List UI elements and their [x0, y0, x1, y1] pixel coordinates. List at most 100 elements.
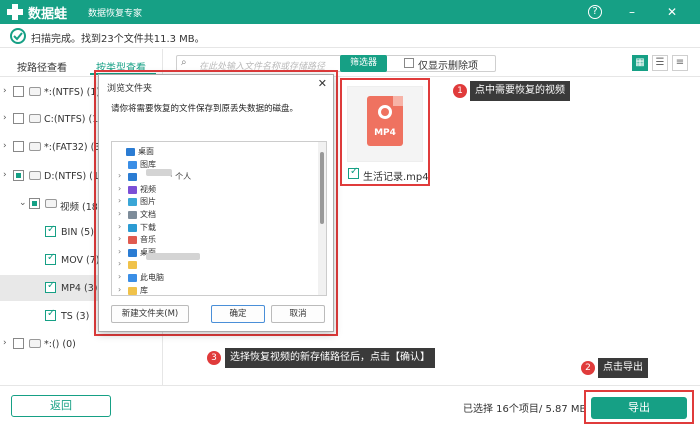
only-deleted-label: 仅显示删除项	[418, 61, 478, 72]
minimize-button[interactable]: –	[624, 4, 640, 20]
ok-button[interactable]: 确定	[211, 305, 265, 323]
dialog-title: 浏览文件夹	[107, 84, 153, 94]
chevron-right-icon[interactable]: ›	[118, 259, 121, 268]
chevron-icon[interactable]: ›	[3, 141, 11, 151]
app-subtitle: 数据恢复专家	[88, 9, 143, 19]
drive-icon	[29, 87, 41, 96]
only-deleted-checkbox[interactable]	[404, 58, 414, 68]
tree-label: TS (3)	[61, 311, 90, 322]
tree-checkbox[interactable]	[45, 280, 56, 293]
tree-checkbox[interactable]	[13, 141, 24, 152]
step1-highlight	[340, 78, 430, 186]
drive-icon	[29, 142, 41, 151]
step2-badge: 2	[581, 361, 595, 375]
chevron-right-icon[interactable]: ›	[118, 209, 121, 218]
app-logo-text: 数据蛙	[28, 7, 68, 22]
step3-badge: 3	[207, 351, 221, 365]
new-folder-button[interactable]: 新建文件夹(M)	[111, 305, 189, 323]
chevron-right-icon[interactable]: ›	[118, 222, 121, 231]
back-button[interactable]: 返回	[11, 395, 111, 417]
tree-label: MP4 (3)	[61, 283, 98, 294]
browse-folder-dialog: 浏览文件夹 ✕ 请你将需要恢复的文件保存到原丢失数据的磁盘。 桌面图库 › · 个人…	[98, 74, 334, 332]
footer: 返回 已选择 16个项目/ 5.87 MB 导出	[0, 385, 700, 424]
scan-status-bar: 扫描完成。找到23个文件共11.3 MB。	[0, 24, 700, 48]
help-icon: ?	[592, 6, 598, 17]
drive-icon	[29, 114, 41, 123]
redacted-name	[146, 169, 172, 176]
picture-icon	[128, 198, 137, 207]
tree-checkbox[interactable]	[45, 252, 56, 265]
tree-checkbox[interactable]	[45, 308, 56, 321]
step3-callout: 选择恢复视频的新存储路径后，点击【确认】	[225, 348, 435, 368]
scan-status-text: 扫描完成。找到23个文件共11.3 MB。	[31, 34, 205, 45]
close-button[interactable]: ✕	[664, 4, 680, 20]
search-icon: ⌕	[181, 57, 187, 68]
close-icon: ✕	[666, 5, 678, 19]
folder-label: 库	[140, 285, 148, 295]
chevron-icon[interactable]: ⌄	[19, 198, 27, 208]
folder-label: 下载	[140, 222, 156, 232]
detail-view-icon[interactable]: ≡	[672, 55, 688, 71]
folder-tree[interactable]: 桌面图库›· 个人›视频›图片›文档›下载›音乐›桌面››此电脑›库	[111, 141, 327, 296]
tree-checkbox[interactable]	[45, 224, 56, 237]
desktop-icon	[126, 148, 135, 156]
chevron-right-icon[interactable]: ›	[118, 247, 121, 256]
folder-label: 音乐	[140, 235, 156, 245]
step1-callout: 点中需要恢复的视频	[470, 81, 570, 101]
tree-label: *:() (0)	[44, 339, 76, 350]
chevron-right-icon[interactable]: ›	[118, 272, 121, 281]
export-button[interactable]: 导出	[591, 397, 687, 419]
scroll-thumb[interactable]	[320, 152, 324, 224]
document-icon	[128, 211, 137, 219]
tree-checkbox[interactable]	[29, 198, 40, 209]
download-icon	[128, 223, 137, 232]
grid-view-icon[interactable]: ▦	[632, 55, 648, 71]
minimize-icon: –	[629, 5, 635, 19]
tree-checkbox[interactable]	[13, 338, 24, 349]
folder-label: 图片	[140, 197, 156, 207]
filter-button[interactable]: 筛选器	[340, 55, 387, 72]
video-folder-icon	[45, 199, 57, 208]
dialog-message: 请你将需要恢复的文件保存到原丢失数据的磁盘。	[111, 104, 299, 114]
tree-label: BIN (5)	[61, 227, 94, 238]
drive-icon	[29, 339, 41, 348]
gallery-icon	[128, 160, 137, 169]
tab-by-path[interactable]: 按路径查看	[17, 59, 67, 74]
help-button[interactable]: ?	[588, 5, 602, 19]
chevron-right-icon[interactable]: ›	[118, 196, 121, 205]
library-icon	[128, 286, 137, 295]
chevron-icon[interactable]: ›	[3, 170, 11, 180]
drive-icon	[29, 171, 41, 180]
dialog-scrollbar[interactable]	[318, 142, 326, 295]
selection-info: 已选择 16个项目/ 5.87 MB	[463, 404, 587, 415]
tree-checkbox[interactable]	[13, 86, 24, 97]
cloud-icon	[128, 173, 137, 182]
cancel-button[interactable]: 取消	[271, 305, 325, 323]
desktop-icon	[128, 248, 137, 257]
folder-icon	[128, 261, 137, 270]
folder-label: 图库	[140, 159, 156, 169]
step1-badge: 1	[453, 84, 467, 98]
chevron-icon[interactable]: ›	[3, 338, 11, 348]
step2-callout: 点击导出	[598, 358, 648, 378]
chevron-right-icon[interactable]: ›	[118, 184, 121, 193]
tree-checkbox[interactable]	[13, 113, 24, 124]
folder-label: 桌面	[138, 147, 154, 156]
tree-label: *:(NTFS) (1)	[44, 87, 101, 98]
folder-label: 此电脑	[140, 273, 164, 282]
music-icon	[128, 236, 137, 245]
chevron-right-icon[interactable]: ›	[118, 285, 121, 294]
chevron-icon[interactable]: ›	[3, 86, 11, 96]
list-view-icon[interactable]: ☰	[652, 55, 668, 71]
chevron-right-icon[interactable]: ›	[118, 171, 121, 180]
dialog-close-icon[interactable]: ✕	[318, 77, 327, 90]
scan-complete-icon	[10, 28, 26, 44]
video-icon	[128, 185, 137, 194]
chevron-icon[interactable]: ›	[3, 113, 11, 123]
redacted-name	[146, 253, 200, 260]
folder-label: 视频	[140, 184, 156, 194]
tree-checkbox[interactable]	[13, 170, 24, 181]
chevron-right-icon[interactable]: ›	[118, 234, 121, 243]
logo-icon	[7, 4, 23, 20]
folder-label: · 个人	[170, 172, 192, 182]
